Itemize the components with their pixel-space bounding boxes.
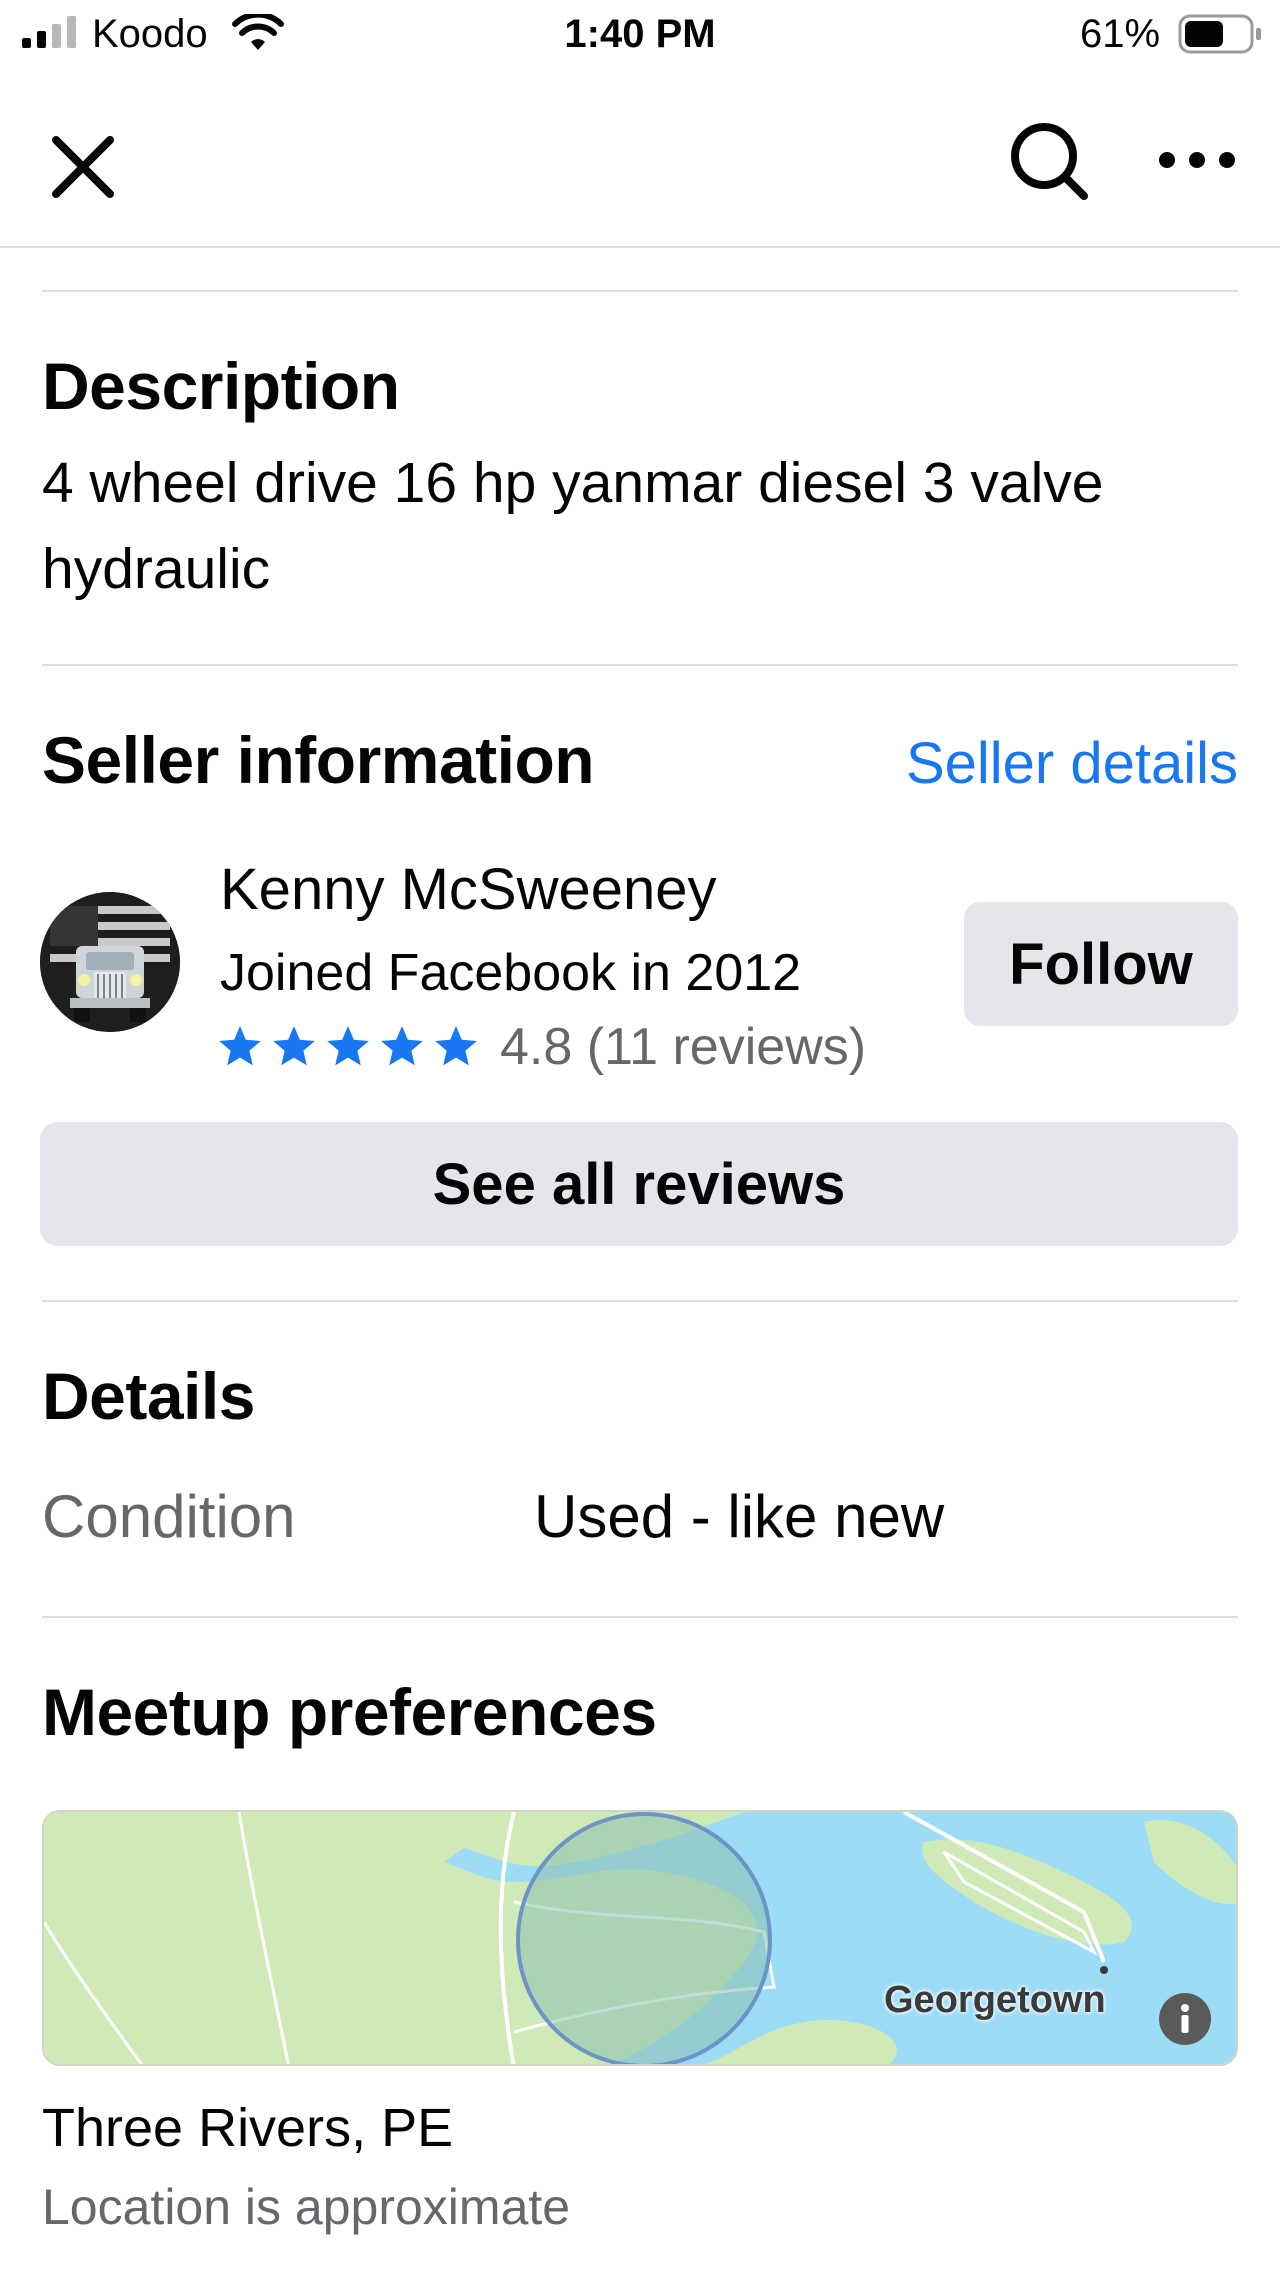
- seller-joined-date: Joined Facebook in 2012: [220, 944, 802, 1002]
- battery-percent: 61%: [1080, 12, 1161, 56]
- divider: [42, 664, 1238, 666]
- star-icon: [381, 1026, 423, 1066]
- location-name: Three Rivers, PE: [42, 2098, 454, 2158]
- location-note: Location is approximate: [42, 2179, 571, 2235]
- rating-stars: [216, 1023, 486, 1071]
- condition-label: Condition: [42, 1483, 296, 1550]
- more-icon[interactable]: [1152, 130, 1242, 190]
- see-all-reviews-button[interactable]: See all reviews: [40, 1122, 1238, 1246]
- map-graphic: [44, 1812, 1236, 2064]
- star-icon: [435, 1026, 477, 1066]
- location-map[interactable]: Georgetown: [42, 1810, 1238, 2066]
- map-place-label: Georgetown: [884, 1979, 1106, 2021]
- info-icon[interactable]: [1158, 1992, 1212, 2046]
- avatar[interactable]: [40, 892, 180, 1032]
- rating-text: 4.8 (11 reviews): [500, 1018, 867, 1076]
- star-icon: [327, 1026, 369, 1066]
- meetup-preferences-title: Meetup preferences: [42, 1675, 657, 1749]
- condition-value: Used - like new: [534, 1483, 945, 1550]
- top-nav-bar: [0, 72, 1280, 248]
- description-text: 4 wheel drive 16 hp yanmar diesel 3 valv…: [42, 451, 1104, 601]
- close-icon[interactable]: [40, 124, 126, 210]
- follow-button[interactable]: Follow: [964, 902, 1238, 1026]
- star-icon: [273, 1026, 315, 1066]
- seller-information-title: Seller information: [42, 723, 595, 797]
- status-bar: Koodo 1:40 PM 61%: [0, 0, 1280, 72]
- divider: [42, 1616, 1238, 1618]
- search-icon[interactable]: [1004, 116, 1094, 206]
- seller-name[interactable]: Kenny McSweeney: [220, 852, 716, 928]
- divider: [42, 290, 1238, 292]
- star-icon: [219, 1026, 261, 1066]
- details-title: Details: [42, 1359, 255, 1433]
- seller-rating: 4.8 (11 reviews): [216, 1012, 866, 1082]
- seller-details-link[interactable]: Seller details: [906, 726, 1238, 802]
- description-title: Description: [42, 349, 400, 423]
- divider: [42, 1300, 1238, 1302]
- battery-icon: [1178, 14, 1261, 54]
